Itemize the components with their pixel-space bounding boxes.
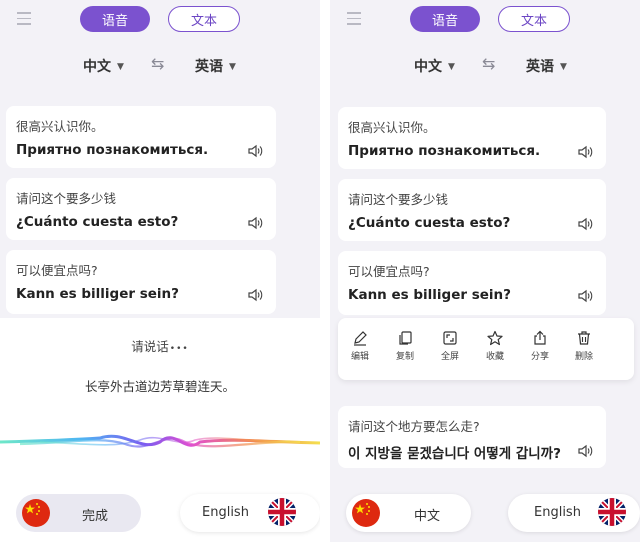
tab-text[interactable]: 文本 (498, 6, 570, 32)
source-language-label: 中文 (83, 59, 111, 75)
copy-icon (399, 331, 412, 345)
done-button[interactable]: 完成 (16, 494, 141, 532)
favorite-label: 收藏 (485, 352, 504, 362)
translated-text: ¿Cuánto cuesta esto? (348, 215, 511, 231)
translated-text: 이 지방을 묻겠습니다 어떻게 갑니까? (348, 446, 561, 462)
share-label: 分享 (530, 352, 549, 362)
fullscreen-button[interactable]: 全屏 (430, 330, 470, 362)
recognized-speech: 长亭外古道边芳草碧连天。 (84, 379, 235, 394)
menu-icon[interactable] (347, 12, 361, 25)
uk-flag-icon (268, 498, 296, 526)
china-flag-icon (352, 499, 380, 527)
chinese-voice-button[interactable]: 中文 (346, 494, 471, 532)
edit-button[interactable]: 编辑 (340, 330, 380, 362)
voice-waveform (0, 434, 320, 448)
share-icon (534, 330, 546, 345)
left-screen: 语音 文本 中文 ▼ ⇆ 英语 ▼ 很高兴认识你。 Приятно познаком… (0, 0, 320, 542)
source-language-select[interactable]: 中文 ▼ (83, 56, 124, 76)
translation-card[interactable]: 请问这个地方要怎么走? 이 지방을 묻겠습니다 어떻게 갑니까? (338, 406, 606, 468)
target-language-select[interactable]: 英语 ▼ (195, 56, 236, 76)
done-label: 完成 (82, 509, 109, 524)
source-language-label: 中文 (414, 59, 442, 75)
china-flag-icon (22, 499, 50, 527)
language-selector: 中文 ▼ ⇆ 英语 ▼ (330, 52, 640, 80)
language-selector: 中文 ▼ ⇆ 英语 ▼ (0, 52, 320, 80)
listening-prompt-text: 请说话 (131, 339, 169, 354)
source-text: 请问这个要多少钱 (16, 191, 117, 206)
chevron-down-icon: ▼ (229, 62, 236, 72)
english-label: English (202, 505, 249, 520)
source-language-select[interactable]: 中文 ▼ (414, 56, 455, 76)
speaker-icon[interactable] (578, 289, 594, 303)
english-label: English (534, 505, 581, 520)
translation-card[interactable]: 很高兴认识你。 Приятно познакомиться. (6, 106, 276, 168)
chevron-down-icon: ▼ (560, 62, 567, 72)
speaker-icon[interactable] (248, 216, 264, 230)
top-bar: 语音 文本 (0, 0, 320, 42)
source-text: 请问这个地方要怎么走? (348, 419, 480, 434)
source-text: 可以便宜点吗? (348, 264, 430, 279)
source-text: 很高兴认识你。 (348, 120, 436, 135)
copy-button[interactable]: 复制 (385, 330, 425, 362)
edit-label: 编辑 (350, 352, 369, 362)
translation-card[interactable]: 请问这个要多少钱 ¿Cuánto cuesta esto? (6, 178, 276, 240)
translation-card[interactable]: 很高兴认识你。 Приятно познакомиться. (338, 107, 606, 169)
bottom-bar: 中文 English (330, 488, 640, 536)
star-icon (487, 330, 503, 346)
speaker-icon[interactable] (248, 288, 264, 302)
delete-label: 删除 (574, 352, 593, 362)
swap-languages-icon[interactable]: ⇆ (482, 54, 495, 73)
speaker-icon[interactable] (578, 444, 594, 458)
translated-text: Приятно познакомиться. (348, 143, 541, 159)
source-text: 很高兴认识你。 (16, 119, 104, 134)
edit-icon (354, 331, 367, 346)
delete-button[interactable]: 删除 (564, 330, 604, 362)
chevron-down-icon: ▼ (117, 62, 124, 72)
menu-icon[interactable] (17, 12, 31, 25)
target-language-label: 英语 (195, 59, 223, 75)
tab-text[interactable]: 文本 (168, 6, 240, 32)
fullscreen-icon (443, 331, 457, 345)
listening-dots-icon: ••• (169, 344, 189, 354)
translation-card[interactable]: 请问这个要多少钱 ¿Cuánto cuesta esto? (338, 179, 606, 241)
favorite-button[interactable]: 收藏 (475, 330, 515, 362)
swap-languages-icon[interactable]: ⇆ (151, 54, 164, 73)
tab-voice[interactable]: 语音 (410, 6, 480, 32)
share-button[interactable]: 分享 (520, 330, 560, 362)
copy-label: 复制 (395, 352, 414, 362)
bottom-bar: 完成 English (0, 488, 320, 536)
listening-prompt: 请说话••• (0, 336, 320, 355)
trash-icon (578, 331, 590, 345)
target-language-select[interactable]: 英语 ▼ (526, 56, 567, 76)
speaker-icon[interactable] (578, 217, 594, 231)
translation-card-selected[interactable]: 可以便宜点吗? Kann es billiger sein? (338, 251, 606, 315)
chevron-down-icon: ▼ (448, 62, 455, 72)
translated-text: Kann es billiger sein? (16, 286, 179, 302)
translated-text: Kann es billiger sein? (348, 287, 511, 303)
card-action-bar: 编辑 复制 全屏 收藏 分享 删除 (338, 318, 634, 380)
fullscreen-label: 全屏 (440, 352, 459, 362)
source-text: 可以便宜点吗? (16, 263, 98, 278)
panel-divider (320, 0, 330, 542)
speaker-icon[interactable] (578, 145, 594, 159)
chinese-label: 中文 (414, 509, 441, 524)
english-voice-button[interactable]: English (180, 494, 320, 532)
speaker-icon[interactable] (248, 144, 264, 158)
translated-text: Приятно познакомиться. (16, 142, 209, 158)
top-bar: 语音 文本 (330, 0, 640, 42)
source-text: 请问这个要多少钱 (348, 192, 449, 207)
tab-voice[interactable]: 语音 (80, 6, 150, 32)
translated-text: ¿Cuánto cuesta esto? (16, 214, 179, 230)
uk-flag-icon (598, 498, 626, 526)
target-language-label: 英语 (526, 59, 554, 75)
english-voice-button[interactable]: English (508, 494, 640, 532)
right-screen: 语音 文本 中文 ▼ ⇆ 英语 ▼ 很高兴认识你。 Приятно познаком… (330, 0, 640, 542)
translation-card[interactable]: 可以便宜点吗? Kann es billiger sein? (6, 250, 276, 314)
